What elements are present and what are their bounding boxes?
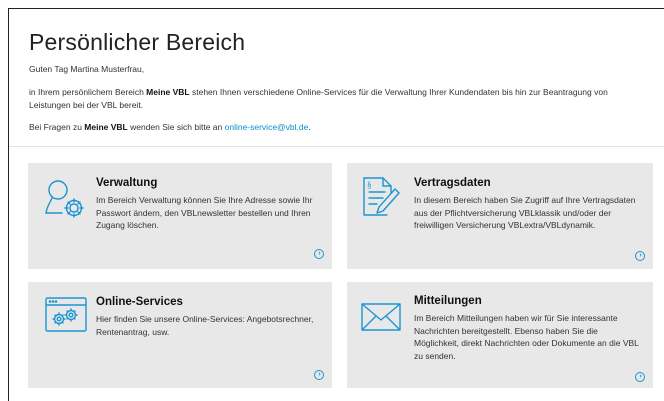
card-vertragsdaten-text: In diesem Bereich haben Sie Zugriff auf … (414, 195, 636, 230)
card-mitteilungen-text: Im Bereich Mitteilungen haben wir für Si… (414, 313, 639, 361)
document-edit-icon: § (363, 177, 400, 216)
browser-gears-icon (45, 297, 87, 332)
faq-mid: wenden Sie sich bitte an (127, 122, 225, 132)
card-online-services-arrow-icon[interactable]: › (314, 370, 324, 380)
svg-text:§: § (367, 180, 372, 190)
faq-text: Bei Fragen zu Meine VBL wenden Sie sich … (29, 122, 311, 132)
page-title: Persönlicher Bereich (29, 29, 246, 55)
card-verwaltung-text: Im Bereich Verwaltung können Sie Ihre Ad… (96, 195, 313, 230)
card-verwaltung[interactable]: Verwaltung Im Bereich Verwaltung können … (28, 163, 332, 269)
intro-pre: in Ihrem persönlichem Bereich (29, 87, 147, 97)
user-settings-icon (45, 180, 84, 218)
card-vertragsdaten[interactable]: § Vertragsdaten In diesem Bereich haben … (347, 163, 653, 269)
card-online-services-text: Hier finden Sie unsere Online-Services: … (96, 314, 314, 337)
card-vertragsdaten-title: Vertragsdaten (414, 177, 491, 189)
faq-pre: Bei Fragen zu (29, 122, 85, 132)
card-vertragsdaten-arrow-icon[interactable]: › (635, 251, 645, 261)
card-online-services[interactable]: Online-Services Hier finden Sie unsere O… (28, 282, 332, 388)
card-verwaltung-arrow-icon[interactable]: › (314, 249, 324, 259)
faq-brand: Meine VBL (84, 122, 128, 132)
faq-post: . (308, 122, 311, 132)
card-verwaltung-title: Verwaltung (96, 177, 158, 189)
divider (9, 146, 664, 147)
card-online-services-title: Online-Services (96, 296, 183, 308)
greeting-text: Guten Tag Martina Musterfrau, (29, 64, 145, 74)
card-mitteilungen-arrow-icon[interactable]: › (635, 372, 645, 382)
envelope-icon (361, 303, 401, 331)
support-email-link[interactable]: online-service@vbl.de (225, 122, 309, 132)
intro-text: in Ihrem persönlichem Bereich Meine VBL … (29, 86, 629, 112)
card-mitteilungen[interactable]: Mitteilungen Im Bereich Mitteilungen hab… (347, 282, 653, 388)
intro-brand: Meine VBL (146, 87, 190, 97)
card-mitteilungen-title: Mitteilungen (414, 295, 482, 307)
